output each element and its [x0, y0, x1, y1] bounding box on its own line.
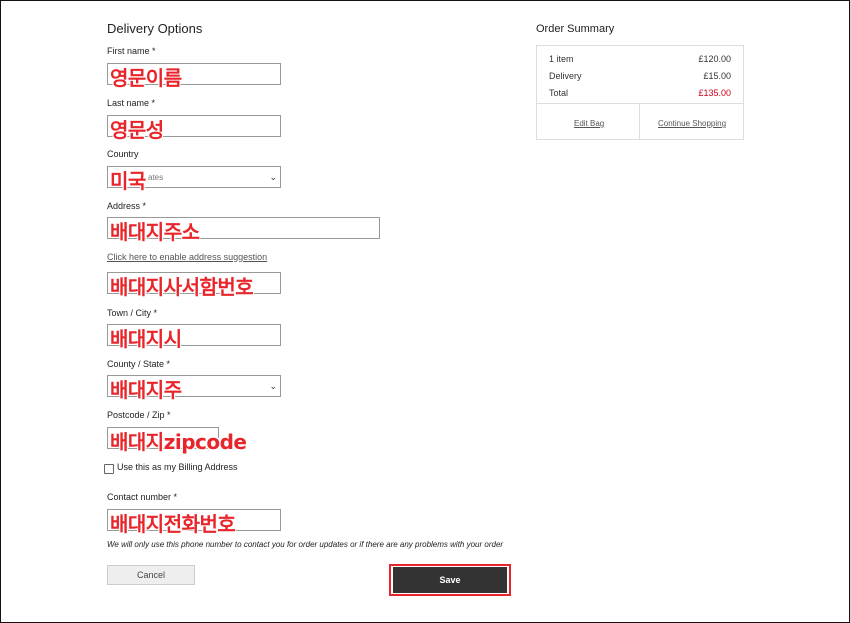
postcode-label: Postcode / Zip * — [107, 410, 171, 420]
last-name-annotation: 영문성 — [110, 118, 164, 142]
order-summary-title: Order Summary — [536, 23, 615, 35]
town-label: Town / City * — [107, 308, 158, 318]
summary-row-items: 1 item £120.00 — [549, 54, 731, 64]
summary-row-delivery: Delivery £15.00 — [549, 71, 731, 81]
address-line2-input[interactable]: 배대지사서함번호 — [107, 272, 281, 299]
summary-vertical-divider — [639, 103, 640, 139]
contact-number-label: Contact number * — [107, 492, 178, 502]
continue-shopping-link[interactable]: Continue Shopping — [658, 119, 726, 128]
address-line2-annotation: 배대지사서함번호 — [110, 275, 254, 299]
address-input[interactable]: 배대지주소 — [107, 217, 380, 244]
summary-row-label: 1 item — [549, 54, 574, 64]
summary-row-label: Delivery — [549, 71, 582, 81]
order-summary-panel: 1 item £120.00 Delivery £15.00 Total £13… — [536, 45, 744, 140]
contact-number-note: We will only use this phone number to co… — [107, 540, 504, 549]
town-annotation: 배대지시 — [110, 327, 182, 351]
summary-row-label: Total — [549, 88, 569, 98]
billing-address-label: Use this as my Billing Address — [117, 462, 238, 472]
chevron-down-icon: ⌄ — [269, 381, 277, 391]
first-name-annotation: 영문이름 — [110, 66, 182, 90]
summary-row-total: Total £135.00 — [549, 88, 731, 98]
country-select[interactable]: ates 미국 ⌄ — [107, 166, 281, 193]
address-annotation: 배대지주소 — [110, 220, 200, 244]
summary-row-value: £15.00 — [703, 71, 731, 81]
summary-divider — [537, 103, 743, 104]
county-annotation: 배대지주 — [110, 378, 182, 402]
county-select[interactable]: 배대지주 ⌄ — [107, 375, 281, 402]
address-suggestion-link[interactable]: Click here to enable address suggestion — [107, 252, 267, 262]
contact-number-annotation: 배대지전화번호 — [110, 512, 236, 536]
county-label: County / State * — [107, 359, 171, 369]
town-input[interactable]: 배대지시 — [107, 324, 281, 351]
first-name-input[interactable]: 영문이름 — [107, 63, 281, 90]
contact-number-input[interactable]: 배대지전화번호 — [107, 509, 281, 536]
edit-bag-link[interactable]: Edit Bag — [574, 119, 604, 128]
country-selected-text: ates — [148, 173, 164, 182]
last-name-input[interactable]: 영문성 — [107, 115, 281, 142]
billing-address-checkbox[interactable] — [104, 464, 114, 474]
summary-total-value: £135.00 — [698, 88, 731, 98]
delivery-options-title: Delivery Options — [107, 21, 203, 36]
chevron-down-icon: ⌄ — [269, 172, 277, 182]
cancel-button[interactable]: Cancel — [107, 565, 195, 585]
first-name-label: First name * — [107, 46, 156, 56]
country-annotation: 미국 — [110, 169, 146, 193]
last-name-label: Last name * — [107, 98, 156, 108]
save-button[interactable]: Save — [393, 567, 507, 593]
summary-row-value: £120.00 — [698, 54, 731, 64]
address-label: Address * — [107, 201, 147, 211]
country-label: Country — [107, 149, 139, 159]
postcode-input[interactable]: 배대지zipcode — [107, 427, 247, 454]
postcode-annotation: 배대지zipcode — [110, 430, 247, 454]
